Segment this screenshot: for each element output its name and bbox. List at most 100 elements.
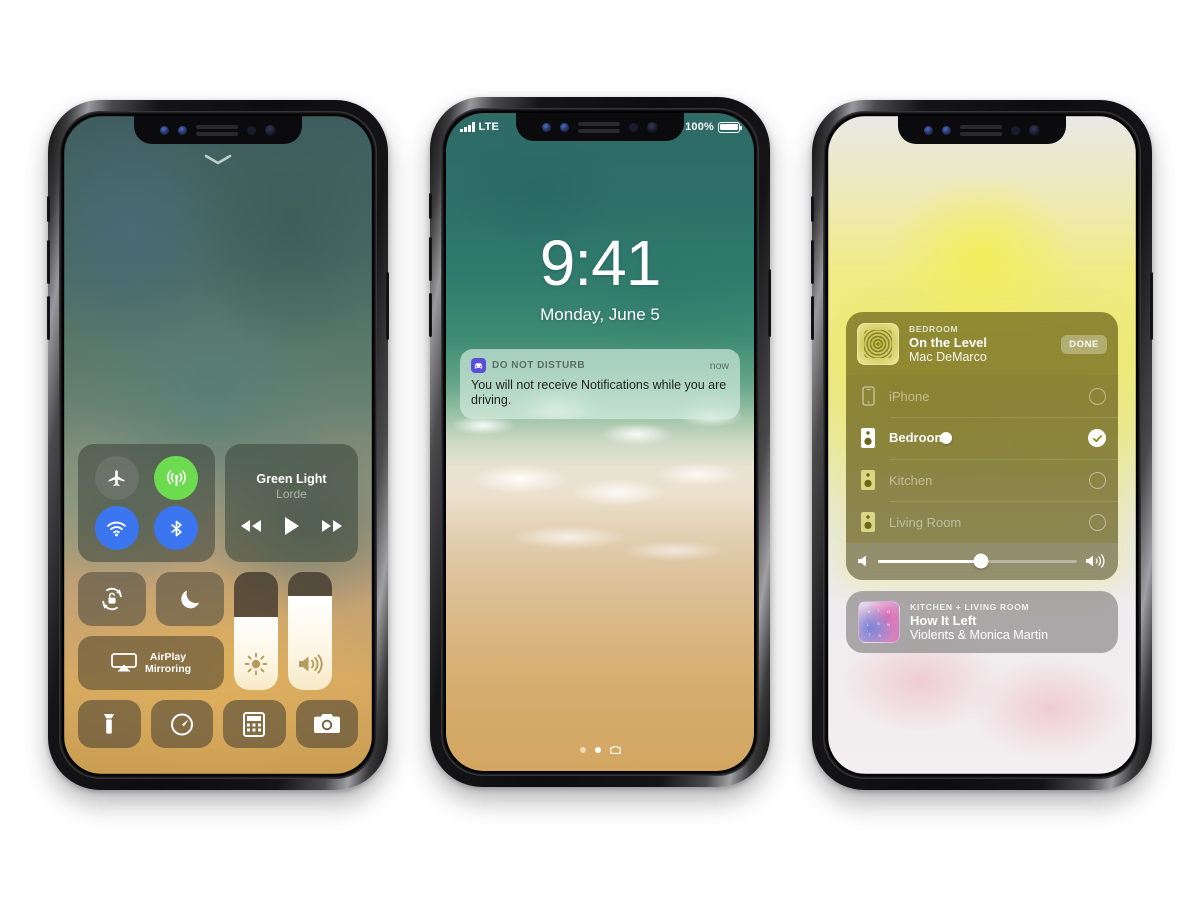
master-volume-slider[interactable] [878,553,1077,569]
rotation-lock-icon [102,587,122,611]
fast-forward-icon[interactable] [321,519,343,533]
phone-screen: BEDROOM On the Level Mac DeMarco DONE iP… [828,116,1136,774]
rotation-lock-toggle[interactable] [78,572,146,626]
control-center-shortcuts-row [78,700,358,748]
phone-device-airplay: BEDROOM On the Level Mac DeMarco DONE iP… [811,100,1153,790]
car-glyph [474,363,483,369]
flood-illuminator-icon [942,125,951,135]
toggles-row [78,572,224,626]
album-art-how-it-left: V I O L E N T S [858,601,900,643]
page-dot[interactable] [579,747,586,753]
airplay-mirroring-label: AirPlay Mirroring [145,651,191,675]
airplay-mirroring-button[interactable]: AirPlay Mirroring [78,636,224,690]
chevron-down-icon[interactable] [203,154,233,165]
brightness-icon [244,652,268,676]
phone-device-lock-screen: LTE 100% 9:41 Monday, June 5 DO NOT DIST… [429,97,771,787]
calculator-button[interactable] [223,700,286,748]
airplane-icon [108,469,125,486]
brightness-slider[interactable] [234,572,278,690]
speaker-icon [858,511,878,533]
album-art-letter: V [867,609,872,615]
flood-illuminator-icon [178,125,187,135]
airplay-device-row-living-room[interactable]: Living Room [846,501,1118,543]
volume-down-button[interactable] [811,296,814,340]
volume-max-icon [1086,554,1105,568]
power-button[interactable] [386,272,389,340]
airplay-select-radio[interactable] [1089,471,1106,489]
airplay-select-radio[interactable] [1089,513,1106,531]
timer-button[interactable] [150,700,213,748]
flashlight-button[interactable] [78,700,141,748]
airplay-device-name: Living Room [889,514,962,530]
now-playing-artist: Lorde [276,486,307,501]
volume-slider[interactable] [288,572,332,690]
check-icon [1092,434,1102,442]
playback-controls [240,516,343,535]
screenshot-stage: Green Light Lorde AirPlay Mirroring LTE … [0,0,1200,900]
camera-icon [313,714,340,733]
volume-down-button[interactable] [429,293,432,337]
phone-bezel: LTE 100% 9:41 Monday, June 5 DO NOT DIST… [441,108,759,776]
earpiece-speaker [960,124,1002,136]
wifi-icon [107,521,127,536]
now-playing-module[interactable]: Green Light Lorde [225,444,358,562]
airplay-device-row-bedroom[interactable]: Bedroom [846,417,1118,459]
other-now-playing-title: How It Left [910,613,977,628]
cellular-data-toggle[interactable] [154,456,199,500]
status-bar: LTE 100% [446,113,754,141]
mute-switch[interactable] [811,196,814,222]
mute-switch[interactable] [429,193,432,219]
done-button[interactable]: DONE [1061,334,1107,354]
album-art-letter: O [887,609,892,615]
volume-up-button[interactable] [811,240,814,284]
notch [134,116,302,144]
do-not-disturb-toggle[interactable] [156,572,224,626]
camera-button[interactable] [295,700,358,748]
power-button[interactable] [768,269,771,337]
phone-screen: Green Light Lorde AirPlay Mirroring [64,116,372,774]
other-now-playing-card[interactable]: V I O L E N T S KITCHEN + LIVING ROOM Ho… [846,591,1118,653]
airplay-device-row-iphone[interactable]: iPhone [846,375,1118,417]
volume-up-button[interactable] [47,240,50,284]
mute-switch[interactable] [47,196,50,222]
flashlight-icon [104,714,115,734]
notification-body: You will not receive Notifications while… [471,378,727,407]
connectivity-module [78,444,215,562]
wifi-toggle[interactable] [94,506,139,550]
carrier-label: LTE [478,121,500,133]
bluetooth-toggle[interactable] [154,506,199,550]
airplay-device-row-kitchen[interactable]: Kitchen [846,459,1118,501]
now-playing-room: BEDROOM [909,324,959,334]
camera-icon[interactable] [609,745,621,755]
album-art-on-the-level [857,323,899,365]
rewind-icon[interactable] [240,519,262,533]
airplay-device-list: iPhone Bedroom Kitchen Living Room [846,375,1118,543]
lock-screen-date: Monday, June 5 [540,305,660,324]
page-dot-active[interactable] [594,747,601,753]
infrared-camera-icon [160,125,169,135]
infrared-camera-icon [924,125,933,135]
speaker-icon [858,427,878,449]
notification-app-name: DO NOT DISTURB [492,360,586,371]
airplane-mode-toggle[interactable] [94,456,139,500]
phone-bezel: Green Light Lorde AirPlay Mirroring [59,111,377,779]
front-camera-icon [265,124,276,136]
notification-header: DO NOT DISTURB now [471,358,729,373]
power-button[interactable] [1150,272,1153,340]
volume-up-button[interactable] [429,237,432,281]
status-bar-right: 100% [685,121,743,133]
album-art-letter: T [868,632,873,638]
notification-card[interactable]: DO NOT DISTURB now You will not receive … [460,349,740,419]
timer-icon [170,713,193,736]
notification-time: now [709,359,729,372]
other-now-playing-artist: Violents & Monica Martin [910,628,1049,642]
volume-down-button[interactable] [47,296,50,340]
play-icon[interactable] [284,516,299,535]
airplay-select-radio[interactable] [1089,387,1106,405]
airplay-select-radio-checked[interactable] [1088,429,1106,447]
now-playing-artist: Mac DeMarco [909,350,987,364]
phone-device-control-center: Green Light Lorde AirPlay Mirroring [47,100,389,790]
airplay-device-body: Bedroom [889,429,1077,447]
car-do-not-disturb-icon [471,358,486,373]
phone-screen: LTE 100% 9:41 Monday, June 5 DO NOT DIST… [446,113,754,771]
